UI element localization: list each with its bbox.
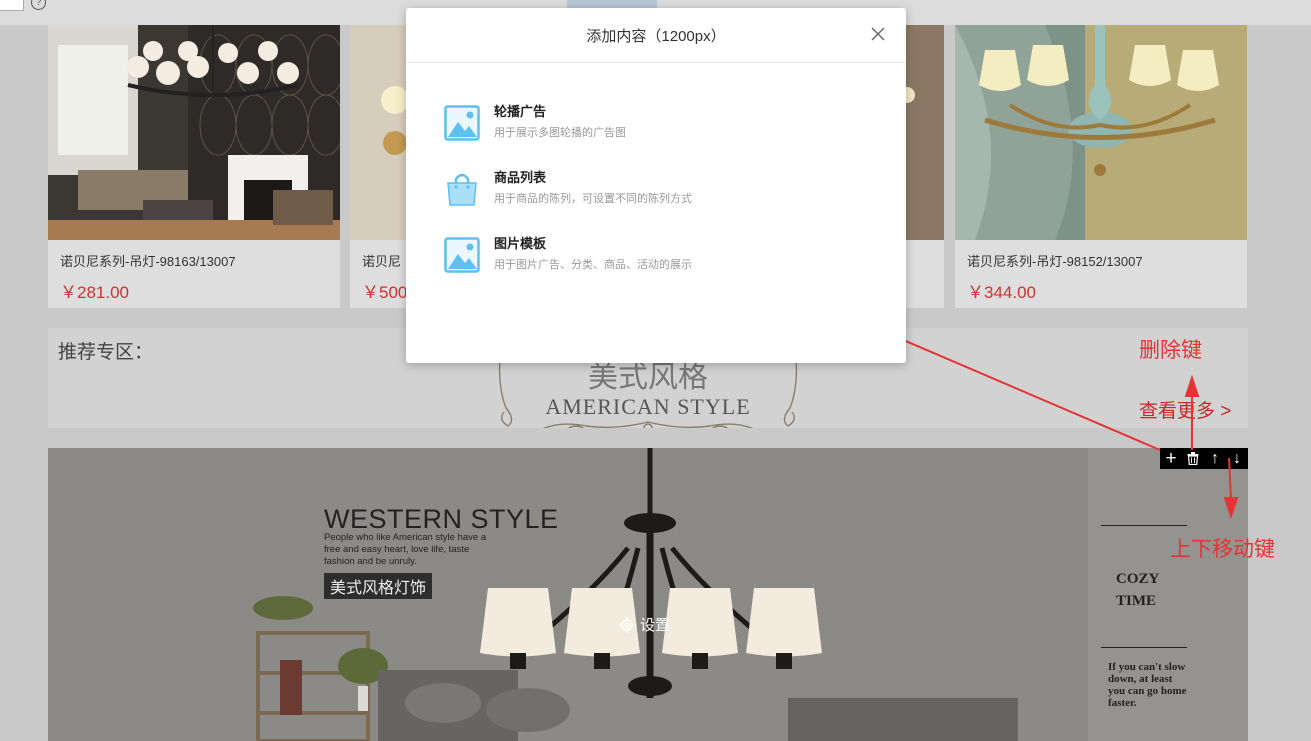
move-up-button[interactable]: ↑ xyxy=(1204,448,1226,469)
image-icon xyxy=(444,105,480,141)
option-carousel-ad[interactable]: 轮播广告 用于展示多图轮播的广告图 xyxy=(444,100,864,150)
option-name: 轮播广告 xyxy=(494,104,547,119)
module-toolbar: + ↑ ↓ xyxy=(1160,448,1248,469)
product-price: ￥344.00 xyxy=(967,283,1036,302)
product-image[interactable] xyxy=(48,25,340,240)
product-name[interactable]: 诺贝尼系列-吊灯-98163/13007 xyxy=(60,251,236,270)
dialog-title: 添加内容（1200px） xyxy=(586,28,726,45)
product-card[interactable]: 诺贝尼系列-吊灯-98163/13007 ￥281.00 xyxy=(48,25,340,308)
option-name: 商品列表 xyxy=(494,170,547,185)
image-icon xyxy=(444,237,480,273)
option-desc: 用于商品的陈列，可设置不同的陈列方式 xyxy=(494,193,692,205)
banner-scene xyxy=(48,448,1248,741)
option-desc: 用于图片广告、分类、商品、活动的展示 xyxy=(494,259,692,271)
help-icon[interactable]: ? xyxy=(31,0,46,10)
close-icon[interactable] xyxy=(868,24,888,44)
product-image[interactable] xyxy=(955,25,1247,240)
western-style-desc: People who like American style have a fr… xyxy=(324,532,487,567)
product-name[interactable]: 诺贝尼系列-吊灯-98152/13007 xyxy=(967,251,1143,270)
delete-key-annotation: 删除键 xyxy=(1139,339,1202,362)
top-tab-indicator[interactable] xyxy=(567,0,657,8)
western-style-title: WESTERN STYLE xyxy=(324,504,559,534)
product-price: ￥500 xyxy=(362,283,408,302)
product-price: ￥281.00 xyxy=(60,283,129,302)
add-content-dialog: 添加内容（1200px） 轮播广告 用于展示多图轮播的广告图 商品列表 用于商品… xyxy=(406,8,906,363)
style-tag: 美式风格灯饰 xyxy=(324,573,433,599)
cozy-time-text: COZY TIME xyxy=(1116,571,1159,609)
top-input[interactable] xyxy=(0,0,24,11)
recommend-title: 推荐专区： xyxy=(58,342,154,363)
style-en-text: AMERICAN STYLE xyxy=(545,394,751,419)
product-card[interactable]: 诺贝尼系列-吊灯-98152/13007 ￥344.00 xyxy=(955,25,1247,308)
option-image-template[interactable]: 图片模板 用于图片广告、分类、商品、活动的展示 xyxy=(444,232,864,282)
slow-down-text: If you can't slow down, at least you can… xyxy=(1108,661,1187,709)
option-name: 图片模板 xyxy=(494,236,547,251)
option-desc: 用于展示多图轮播的广告图 xyxy=(494,127,626,139)
western-style-banner[interactable]: WESTERN STYLE People who like American s… xyxy=(48,448,1248,741)
move-down-button[interactable]: ↓ xyxy=(1226,448,1248,469)
view-more-link[interactable]: 查看更多 > xyxy=(1139,396,1231,423)
add-module-button[interactable]: + xyxy=(1160,448,1182,469)
settings-button[interactable]: 设置 xyxy=(619,614,670,635)
delete-module-button[interactable] xyxy=(1182,448,1204,469)
shopping-bag-icon xyxy=(447,173,477,206)
option-product-list[interactable]: 商品列表 用于商品的陈列，可设置不同的陈列方式 xyxy=(444,166,864,216)
settings-label: 设置 xyxy=(640,617,671,634)
move-keys-annotation: 上下移动键 xyxy=(1170,538,1275,561)
trash-icon xyxy=(1187,452,1199,465)
gear-icon xyxy=(619,617,635,632)
product-name[interactable]: 诺贝尼 xyxy=(362,251,401,270)
dialog-header: 添加内容（1200px） xyxy=(406,8,906,63)
